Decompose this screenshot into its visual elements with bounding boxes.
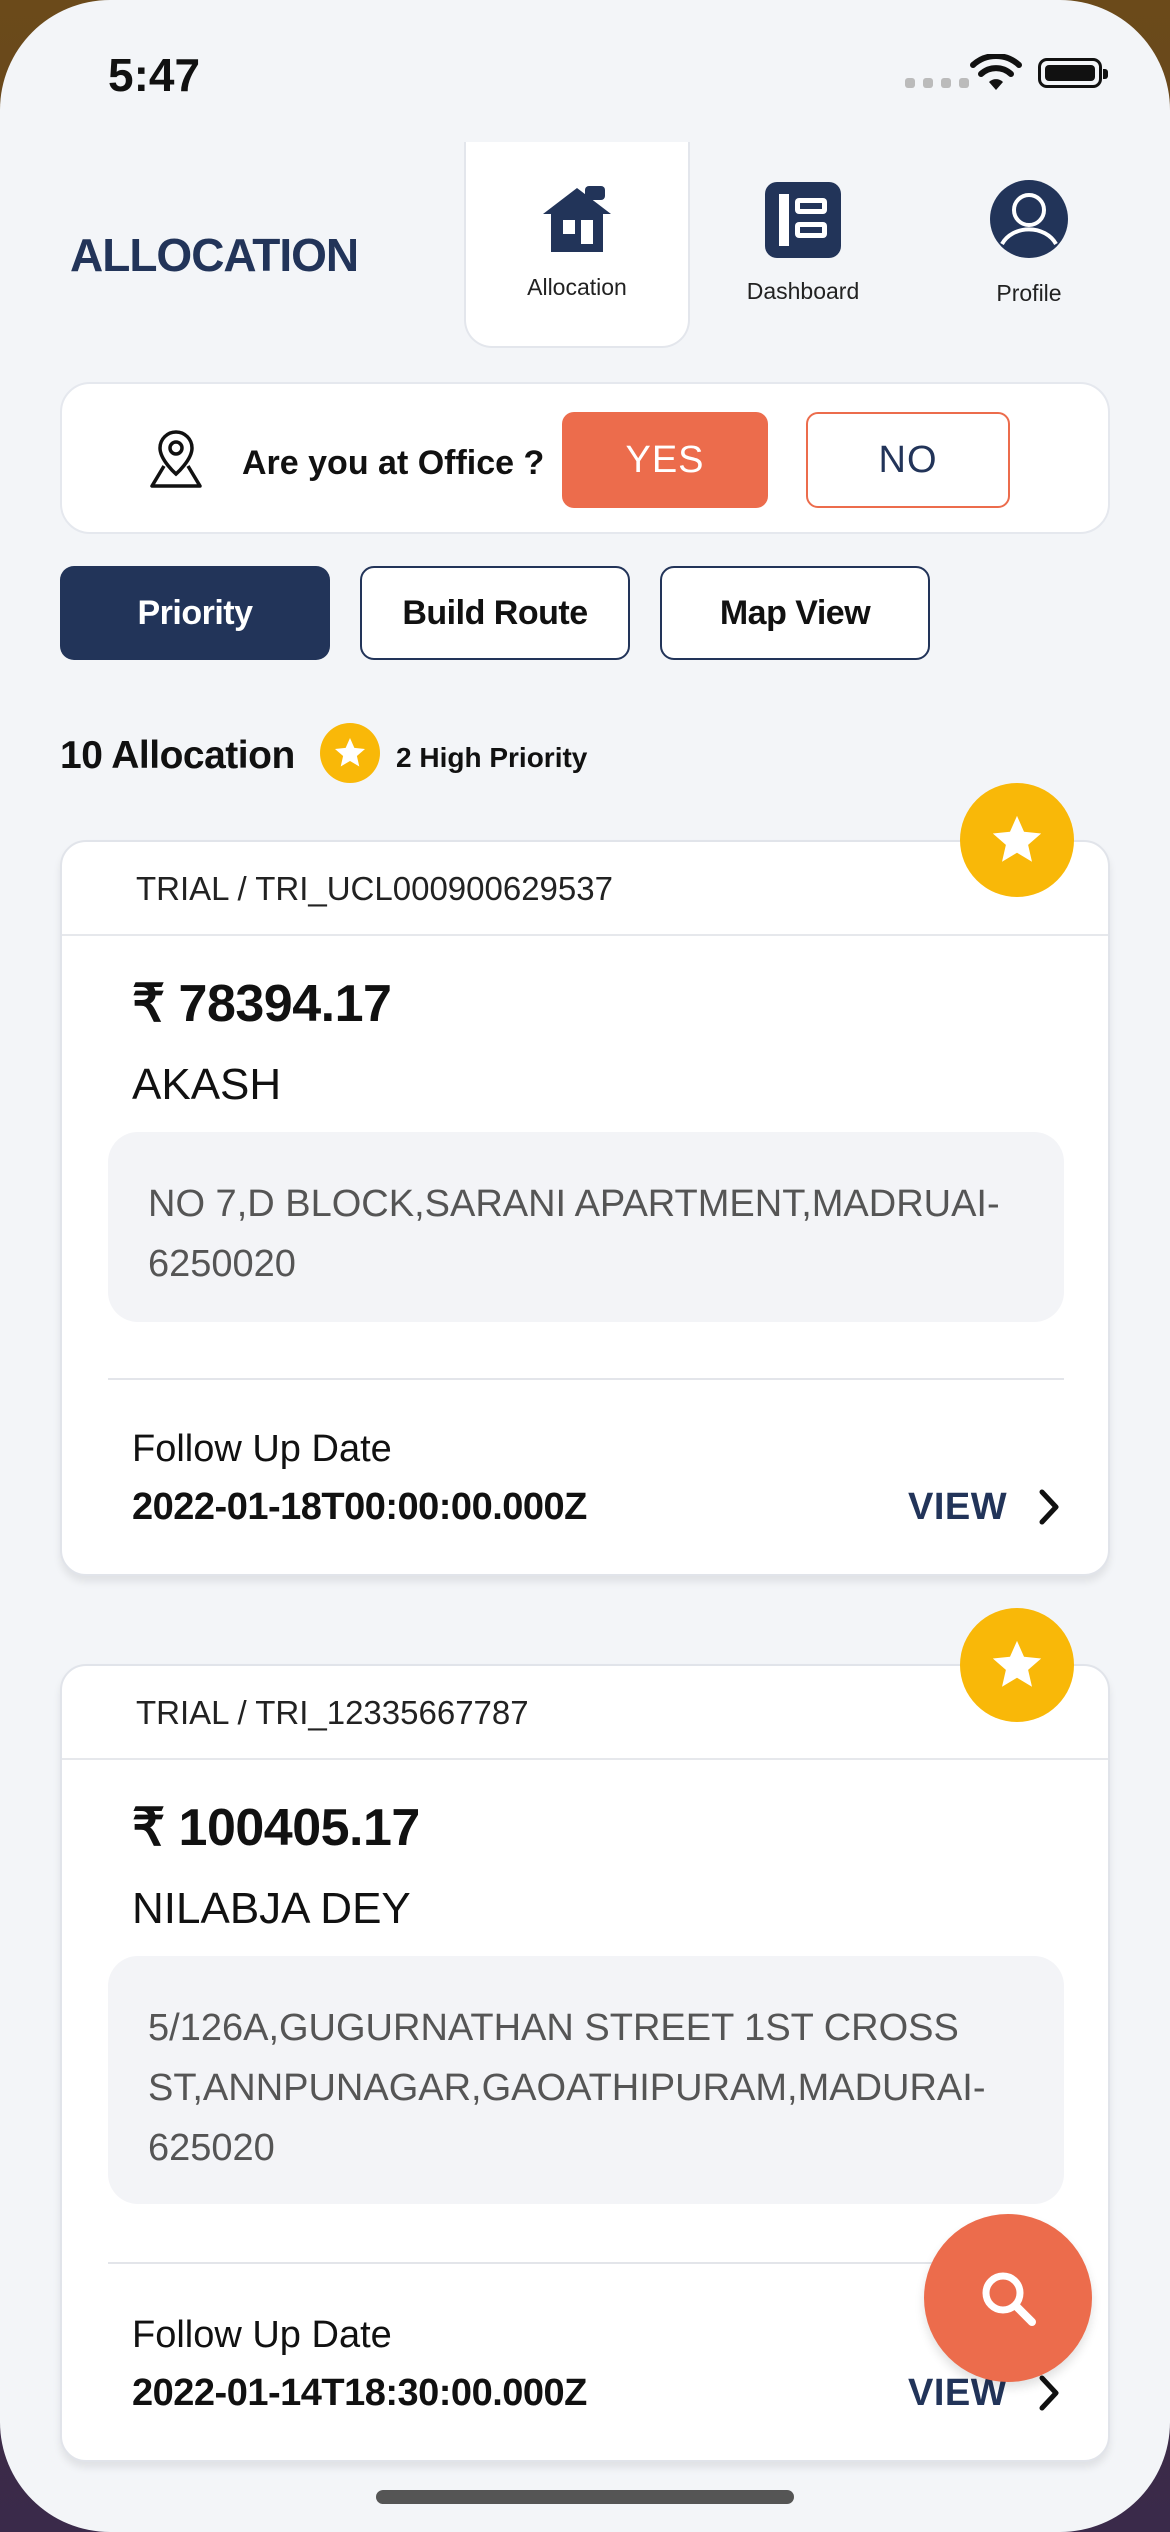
card-amount: ₹ 78394.17 — [132, 975, 392, 1033]
divider — [108, 2262, 1064, 2264]
divider — [108, 1378, 1064, 1380]
tab-profile[interactable]: Profile — [916, 142, 1142, 348]
follow-up-date: 2022-01-14T18:30:00.000Z — [132, 2372, 587, 2414]
signal-icon — [905, 78, 969, 88]
yes-button[interactable]: YES — [562, 412, 768, 508]
card-reference: TRIAL / TRI_UCL000900629537 — [136, 870, 613, 907]
profile-icon — [990, 180, 1068, 258]
office-question: Are you at Office ? — [242, 444, 545, 482]
battery-icon — [1038, 58, 1108, 88]
app-screen: 5:47 ALLOCATION Allocation Dashboard Pro… — [0, 0, 1170, 2532]
map-view-button[interactable]: Map View — [660, 566, 930, 660]
card-reference: TRIAL / TRI_12335667787 — [136, 1694, 529, 1731]
follow-up-label: Follow Up Date — [132, 2314, 392, 2356]
location-pin-icon — [150, 430, 202, 488]
tab-dashboard-label: Dashboard — [746, 278, 860, 304]
star-icon — [960, 783, 1074, 897]
no-button[interactable]: NO — [806, 412, 1010, 508]
chevron-right-icon[interactable] — [1038, 1488, 1062, 1526]
status-bar: 5:47 — [0, 0, 1170, 140]
chevron-right-icon[interactable] — [1038, 2374, 1062, 2412]
home-indicator[interactable] — [376, 2490, 794, 2504]
priority-button[interactable]: Priority — [60, 566, 330, 660]
status-time: 5:47 — [108, 49, 201, 101]
card-customer-name: AKASH — [132, 1060, 282, 1109]
home-icon — [543, 186, 611, 252]
tab-allocation[interactable]: Allocation — [464, 142, 690, 348]
wifi-icon — [970, 54, 1022, 90]
card-amount: ₹ 100405.17 — [132, 1799, 420, 1857]
tab-allocation-label: Allocation — [527, 274, 627, 300]
card-customer-name: NILABJA DEY — [132, 1884, 411, 1933]
allocation-count: 10 Allocation — [60, 734, 295, 777]
search-icon — [982, 2272, 1036, 2326]
tab-dashboard[interactable]: Dashboard — [690, 142, 916, 348]
high-priority-count: 2 High Priority — [396, 742, 588, 773]
search-button[interactable] — [924, 2214, 1092, 2382]
office-check-card: Are you at Office ? YES NO — [60, 382, 1110, 534]
card-address: 5/126A,GUGURNATHAN STREET 1ST CROSS ST,A… — [108, 1956, 1064, 2204]
page-title: ALLOCATION — [70, 229, 359, 281]
star-icon — [960, 1608, 1074, 1722]
card-address: NO 7,D BLOCK,SARANI APARTMENT,MADRUAI-62… — [108, 1132, 1064, 1322]
build-route-button[interactable]: Build Route — [360, 566, 630, 660]
view-button[interactable]: VIEW — [908, 1486, 1007, 1529]
divider — [62, 934, 1108, 936]
follow-up-date: 2022-01-18T00:00:00.000Z — [132, 1486, 587, 1528]
star-icon — [320, 723, 380, 783]
divider — [62, 1758, 1108, 1760]
allocation-card[interactable]: TRIAL / TRI_UCL000900629537 ₹ 78394.17 A… — [60, 840, 1110, 1576]
follow-up-label: Follow Up Date — [132, 1428, 392, 1470]
tab-profile-label: Profile — [996, 280, 1062, 306]
dashboard-icon — [765, 182, 841, 258]
